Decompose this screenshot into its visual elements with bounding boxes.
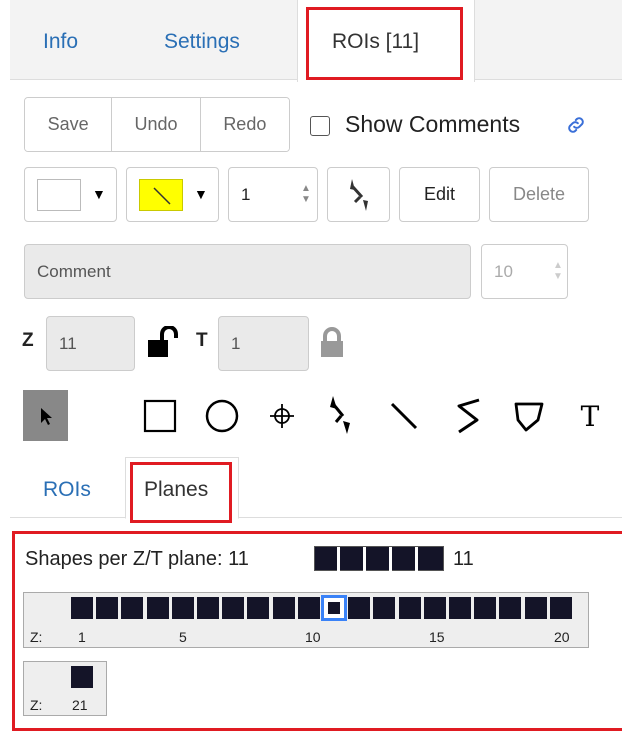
plane-square[interactable] — [247, 597, 270, 619]
z-index-value: 11 — [59, 333, 77, 353]
plane-row: Z: 1 5 10 15 20 — [23, 592, 589, 648]
highlight-box — [130, 462, 232, 523]
plane-square[interactable] — [348, 597, 371, 619]
plane-square[interactable] — [499, 597, 522, 619]
show-comments-label: Show Comments — [345, 111, 521, 137]
plane-square[interactable] — [71, 597, 93, 619]
arrow-icon — [349, 178, 368, 211]
fill-color-picker[interactable]: ▼ — [24, 167, 117, 222]
plane-square[interactable] — [197, 597, 219, 619]
stroke-width-spinner[interactable]: ▲ ▼ — [299, 170, 313, 218]
tick-label: 10 — [305, 629, 321, 645]
undo-button[interactable]: Undo — [112, 98, 201, 151]
point-tool-button[interactable] — [266, 400, 298, 432]
tick-label: 15 — [429, 629, 445, 645]
z-label: Z — [22, 330, 34, 351]
plane-square[interactable] — [71, 666, 93, 688]
text-tool-button[interactable]: T — [570, 396, 610, 436]
delete-button[interactable]: Delete — [489, 167, 589, 222]
arrow-icon — [330, 396, 350, 434]
polyline-icon — [457, 398, 480, 434]
tab-info[interactable]: Info — [43, 30, 78, 54]
summary-bar — [314, 546, 444, 572]
stroke-color-picker[interactable]: ▼ — [126, 167, 219, 222]
plane-square[interactable] — [321, 595, 347, 621]
plane-square[interactable] — [524, 597, 547, 619]
plane-square[interactable] — [171, 597, 194, 619]
t-label: T — [196, 330, 208, 351]
polygon-tool-button[interactable] — [510, 396, 548, 436]
plane-square[interactable] — [222, 597, 245, 619]
subtab-bar — [10, 456, 622, 518]
plane-square[interactable] — [474, 597, 497, 619]
font-size-value: 10 — [494, 261, 513, 281]
tick-label: 21 — [72, 697, 88, 713]
line-icon — [390, 402, 418, 430]
plane-square[interactable] — [449, 597, 471, 619]
lock-icon[interactable] — [318, 326, 346, 360]
t-index-input[interactable]: 1 — [218, 316, 309, 371]
subtab-rois[interactable]: ROIs — [43, 478, 91, 502]
unlock-icon[interactable] — [145, 326, 185, 360]
plane-square[interactable] — [398, 597, 421, 619]
crosshair-icon — [270, 404, 294, 428]
plane-square[interactable] — [373, 597, 396, 619]
comment-placeholder: Comment — [37, 261, 111, 281]
tab-settings[interactable]: Settings — [164, 30, 240, 54]
plane-square[interactable] — [423, 597, 446, 619]
fill-color-swatch — [37, 179, 81, 211]
show-comments-checkbox[interactable] — [310, 116, 330, 136]
stroke-width-value: 1 — [241, 184, 251, 204]
plane-row: Z: 21 — [23, 661, 107, 716]
ellipse-tool-button[interactable] — [202, 396, 242, 436]
ellipse-icon — [205, 399, 239, 433]
plane-square[interactable] — [121, 597, 144, 619]
plane-square[interactable] — [297, 597, 320, 619]
z-prefix-label: Z: — [30, 629, 43, 645]
line-tool-button[interactable] — [384, 396, 424, 436]
tick-label: 20 — [554, 629, 570, 645]
planes-summary-text: Shapes per Z/T plane: 11 — [25, 548, 249, 570]
planes-summary-count: 11 — [453, 548, 474, 570]
plane-square[interactable] — [146, 597, 169, 619]
polygon-icon — [514, 402, 544, 432]
arrow-tool-button[interactable] — [320, 392, 360, 438]
pointer-icon — [40, 407, 52, 425]
dropdown-caret-icon: ▼ — [92, 186, 106, 202]
highlight-box — [306, 7, 463, 80]
font-size-spinner[interactable]: ▲ ▼ — [551, 247, 565, 295]
tick-label: 1 — [78, 629, 86, 645]
plane-square[interactable] — [549, 597, 572, 619]
plane-square[interactable] — [272, 597, 295, 619]
select-tool-button[interactable] — [23, 390, 68, 441]
save-button[interactable]: Save — [25, 98, 113, 151]
rectangle-tool-button[interactable] — [140, 396, 180, 436]
dropdown-caret-icon: ▼ — [194, 186, 208, 202]
arrow-tool-button[interactable] — [327, 167, 390, 222]
rectangle-icon — [143, 399, 177, 433]
tick-label: 5 — [179, 629, 187, 645]
stroke-color-swatch — [139, 179, 183, 211]
t-index-value: 1 — [231, 333, 241, 353]
z-prefix-label: Z: — [30, 697, 43, 713]
comment-input[interactable]: Comment — [24, 244, 471, 299]
edit-button[interactable]: Edit — [399, 167, 480, 222]
z-index-input[interactable]: 11 — [46, 316, 135, 371]
polyline-tool-button[interactable] — [448, 394, 488, 438]
plane-square[interactable] — [96, 597, 119, 619]
link-icon[interactable] — [563, 112, 589, 138]
redo-button[interactable]: Redo — [200, 98, 289, 151]
history-button-group: Save Undo Redo — [24, 97, 290, 152]
